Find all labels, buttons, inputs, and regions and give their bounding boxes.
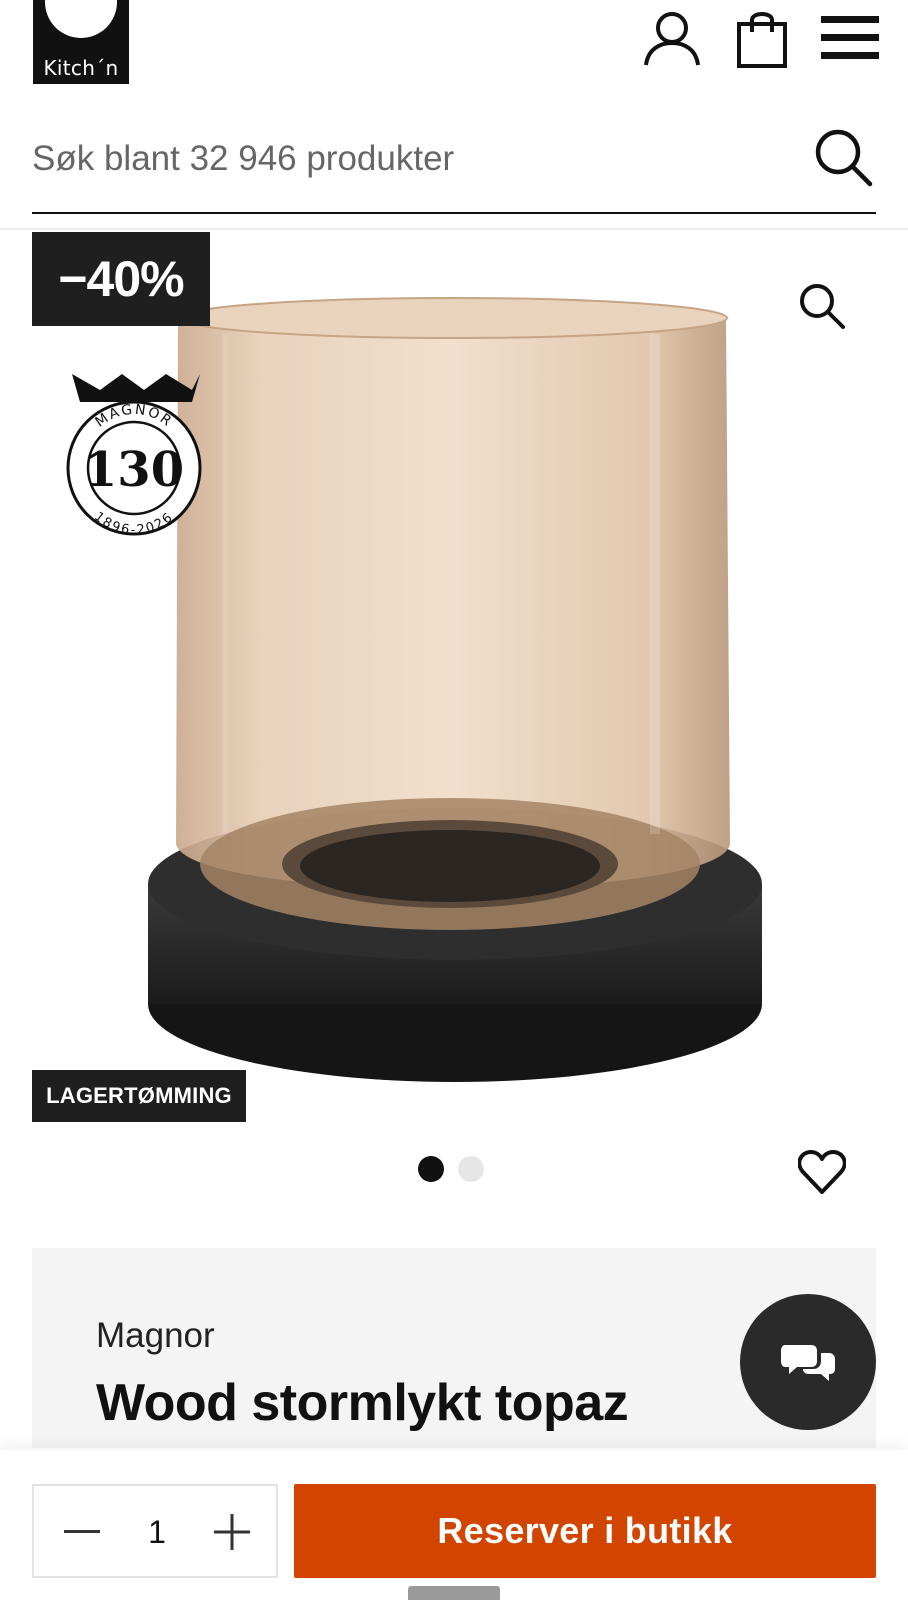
site-header: Kitch´n xyxy=(0,0,908,100)
reserve-in-store-button[interactable]: Reserver i butikk xyxy=(294,1484,876,1578)
chat-button[interactable] xyxy=(740,1294,876,1430)
anniversary-badge: MAGNOR 130 1896-2026 xyxy=(66,374,202,538)
badge-number: 130 xyxy=(84,442,184,498)
search-icon[interactable] xyxy=(812,126,876,190)
minus-icon[interactable] xyxy=(52,1502,112,1562)
product-gallery[interactable]: −40% MAGNOR 130 1896-2026 LAGERTØMMING xyxy=(0,230,908,1194)
gallery-dot[interactable] xyxy=(458,1156,484,1182)
shopping-bag-icon[interactable] xyxy=(730,6,794,70)
quantity-stepper: 1 xyxy=(32,1484,278,1578)
discount-badge: −40% xyxy=(32,232,210,326)
menu-icon[interactable] xyxy=(818,6,882,70)
user-icon[interactable] xyxy=(640,6,704,70)
plus-icon[interactable] xyxy=(202,1502,262,1562)
clearance-tag: LAGERTØMMING xyxy=(32,1070,246,1122)
logo-circle xyxy=(45,0,117,38)
heart-icon[interactable] xyxy=(790,1140,854,1204)
gallery-dot-active[interactable] xyxy=(418,1156,444,1182)
chat-icon xyxy=(781,1345,835,1381)
gallery-pagination xyxy=(418,1154,490,1184)
zoom-icon[interactable] xyxy=(790,274,854,338)
logo-text: Kitch´n xyxy=(43,56,119,80)
quantity-value[interactable]: 1 xyxy=(130,1510,184,1554)
search-bar xyxy=(32,118,876,214)
product-brand[interactable]: Magnor xyxy=(96,1316,215,1356)
product-title: Wood stormlykt topaz xyxy=(96,1374,629,1432)
search-input[interactable] xyxy=(32,134,792,184)
scroll-indicator xyxy=(408,1586,500,1600)
kitchn-logo[interactable]: Kitch´n xyxy=(33,0,129,84)
product-image xyxy=(148,297,762,1082)
bottom-action-bar: 1 Reserver i butikk xyxy=(0,1450,908,1600)
